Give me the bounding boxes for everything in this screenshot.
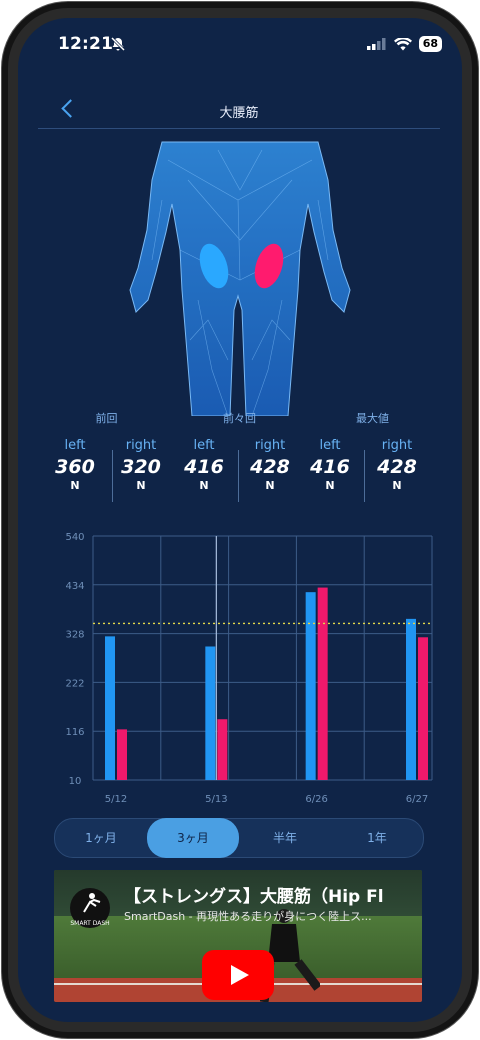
stat-unit: N: [265, 479, 275, 492]
bar-right: [217, 719, 228, 780]
stat-unit: N: [199, 479, 209, 492]
bar-left: [406, 618, 416, 780]
stat-value: 320: [121, 456, 161, 478]
stat-side-label: right: [125, 438, 157, 453]
period-option-3-months[interactable]: 3ヶ月: [147, 818, 239, 858]
nav-bar: 大腰筋: [38, 88, 440, 129]
stat-max-right: right 428 N: [364, 438, 430, 492]
period-selector: 1ヶ月 3ヶ月 半年 1年: [54, 818, 424, 858]
bar-left: [305, 592, 316, 780]
bar-right: [317, 587, 328, 780]
play-button-icon[interactable]: [202, 950, 274, 1000]
period-option-half-year[interactable]: 半年: [239, 819, 331, 857]
y-tick-label: 328: [65, 630, 84, 641]
signal-icon: [366, 38, 386, 50]
stat-unit: N: [136, 479, 146, 492]
stat-value: 416: [310, 456, 350, 478]
y-tick-label: 116: [65, 727, 84, 738]
x-tick-label: 5/12: [105, 794, 127, 805]
stat-previous-left: left 360 N: [42, 438, 108, 492]
stat-previous-right: right 320 N: [108, 438, 174, 492]
stats-values: left 360 N right 320 N left 416 N right …: [40, 438, 440, 502]
channel-logo-text: SMART DASH: [70, 920, 110, 927]
stat-value: 428: [377, 456, 417, 478]
stats-group-headers: 前回 前々回 最大値: [40, 410, 440, 428]
stat-value: 428: [250, 456, 290, 478]
stat-value: 416: [184, 456, 224, 478]
y-tick-label: 222: [65, 678, 84, 689]
video-subtitle: SmartDash - 再現性ある走りが身につく陸上ス...: [124, 910, 372, 923]
bar-right: [117, 729, 127, 780]
stat-unit: N: [70, 479, 80, 492]
bar-left: [105, 636, 115, 780]
group-label-before-previous: 前々回: [223, 412, 256, 425]
bar-left: [205, 646, 216, 780]
battery-level: 68: [418, 36, 442, 52]
status-icons: 68: [366, 36, 442, 52]
bar-right: [418, 637, 428, 780]
y-tick-label: 540: [65, 532, 84, 543]
stat-value: 360: [55, 456, 95, 478]
group-label-previous: 前回: [95, 412, 118, 425]
stat-unit: N: [325, 479, 335, 492]
period-option-1-month[interactable]: 1ヶ月: [55, 819, 147, 857]
stat-before-previous-left: left 416 N: [171, 438, 237, 492]
stat-side-label: right: [254, 438, 286, 453]
channel-logo: SMART DASH: [70, 888, 110, 928]
muscle-body-figure: [129, 141, 351, 416]
y-tick-label: 10: [69, 776, 82, 787]
strength-bar-chart: 540 434 328 222 116 10 5/12 5/13 6/26 6/27: [65, 532, 433, 805]
stat-side-label: left: [64, 438, 86, 453]
page-title: 大腰筋: [219, 106, 259, 121]
stat-side-label: right: [381, 438, 413, 453]
stat-unit: N: [392, 479, 402, 492]
stat-before-previous-right: right 428 N: [237, 438, 303, 492]
x-tick-label: 5/13: [205, 794, 227, 805]
y-tick-label: 434: [65, 581, 84, 592]
bell-muted-icon: [110, 36, 126, 52]
stat-side-label: left: [193, 438, 215, 453]
status-time: 12:21: [58, 34, 114, 54]
screen: 12:21 68 大腰筋 前回 前々回 最大値 left 360 N right…: [18, 18, 462, 1022]
period-option-1-year[interactable]: 1年: [331, 819, 423, 857]
status-bar: 12:21 68: [18, 18, 462, 70]
wifi-icon: [393, 37, 412, 50]
x-tick-label: 6/27: [406, 794, 428, 805]
video-thumbnail[interactable]: SMART DASH 【ストレングス】大腰筋（Hip Fl SmartDash …: [54, 870, 422, 1002]
stat-side-label: left: [319, 438, 341, 453]
group-label-max: 最大値: [356, 412, 389, 425]
x-tick-label: 6/26: [305, 794, 327, 805]
runner-icon: [83, 893, 101, 913]
stat-max-left: left 416 N: [297, 438, 363, 492]
video-title: 【ストレングス】大腰筋（Hip Fl: [124, 887, 384, 907]
